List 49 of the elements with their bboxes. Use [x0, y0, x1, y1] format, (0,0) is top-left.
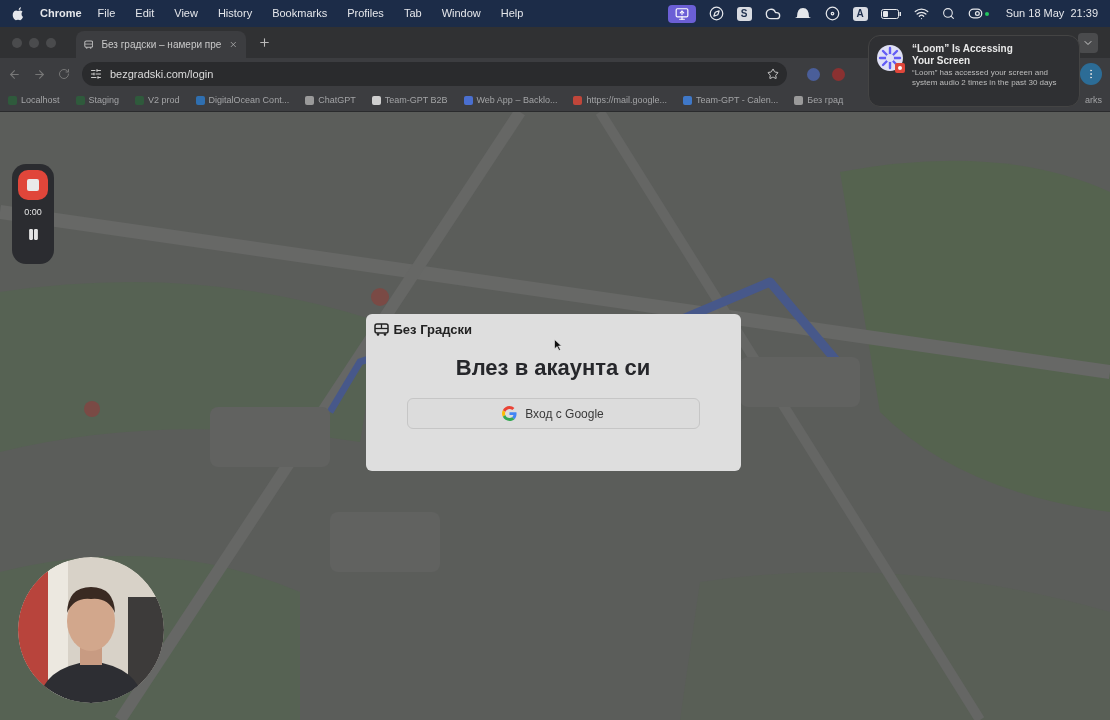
menu-item[interactable]: Edit	[135, 5, 155, 22]
bookmark-star-icon[interactable]	[767, 68, 779, 80]
bookmark-link[interactable]: Team-GPT B2B	[384, 93, 448, 108]
menu-item[interactable]: Bookmarks	[272, 5, 328, 22]
bookmark-link[interactable]: Localhost	[21, 93, 60, 108]
menu-item[interactable]: Tab	[403, 5, 422, 22]
browser-tab[interactable]: Без градски – намери пре	[76, 31, 246, 58]
screen-share-icon[interactable]	[667, 4, 696, 23]
bookmark-link[interactable]: Team-GPT - Calen...	[695, 93, 779, 108]
status-letter[interactable]: S	[736, 6, 752, 21]
search-icon[interactable]	[941, 7, 955, 20]
control-center-icon[interactable]	[967, 6, 989, 21]
battery-icon[interactable]	[880, 8, 901, 19]
menu-item[interactable]: View	[174, 5, 198, 22]
tab-title: Без градски – намери пре	[101, 38, 222, 52]
bookmark-link[interactable]: DigitalOcean Cont...	[208, 93, 290, 108]
forward-icon[interactable]	[33, 67, 46, 81]
bookmark-link[interactable]: Web App – Backlo...	[476, 93, 558, 108]
address-bar[interactable]: bezgradski.com/login	[82, 62, 787, 86]
notification-body: “Loom” has accessed your screen and system audio 2 times in the past 30 days	[912, 68, 1058, 88]
menu-item[interactable]: File	[97, 5, 116, 22]
menu-item[interactable]: History	[217, 5, 253, 22]
bus-icon	[84, 39, 94, 50]
menu-item[interactable]: Help	[500, 5, 524, 22]
disc-icon[interactable]	[824, 6, 840, 21]
compass-icon[interactable]	[708, 6, 724, 21]
bookmark-link[interactable]: ChatGPT	[318, 93, 356, 108]
url-text: bezgradski.com/login	[110, 66, 215, 82]
notification-title: “Loom” Is Accessing Your Screen	[912, 43, 1014, 67]
close-icon[interactable]	[229, 39, 238, 50]
clock[interactable]: Sun 18 May 21:39	[1005, 5, 1098, 22]
notification-banner[interactable]: “Loom” Is Accessing Your Screen “Loom” has accessed your screen and system audio 2 times in the past 30 days	[868, 35, 1080, 107]
new-tab-icon[interactable]	[258, 36, 271, 49]
bookmark-link[interactable]: arks	[1085, 93, 1102, 108]
asterisk-logo-icon	[877, 45, 905, 73]
wifi-icon[interactable]	[913, 6, 929, 21]
bookmark-link[interactable]: V2 prod	[148, 93, 180, 108]
bookmark-link[interactable]: https://mail.google...	[586, 93, 667, 108]
bookmark-link[interactable]: Без град	[807, 93, 844, 108]
status-letter[interactable]: A	[852, 6, 868, 21]
menu-item[interactable]: Window	[441, 5, 481, 22]
back-icon[interactable]	[8, 67, 21, 81]
tab-list-button[interactable]	[1078, 32, 1098, 53]
hat-icon[interactable]	[793, 7, 812, 20]
menu-item[interactable]: Profiles	[347, 5, 384, 22]
apple-logo-icon[interactable]	[12, 6, 24, 21]
site-settings-icon[interactable]	[90, 68, 102, 80]
bookmark-link[interactable]: Staging	[88, 93, 120, 108]
app-menu[interactable]: Chrome	[40, 5, 82, 22]
